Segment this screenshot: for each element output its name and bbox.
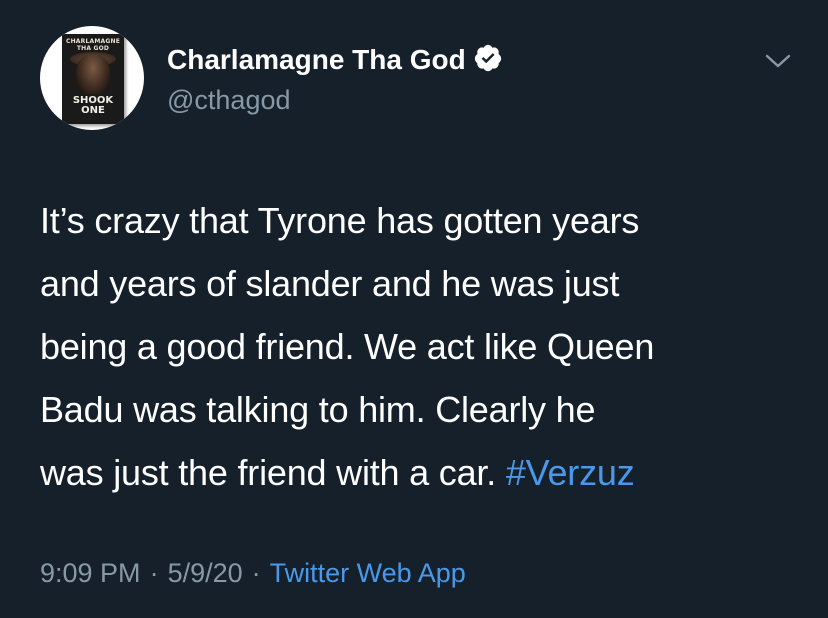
user-handle[interactable]: @cthagod (167, 82, 291, 118)
display-name[interactable]: Charlamagne Tha God (167, 40, 503, 80)
tweet-time[interactable]: 9:09 PM (40, 558, 141, 588)
avatar[interactable]: CHARLAMAGNE THA GOD SHOOK ONE (40, 26, 144, 130)
verified-badge-icon (474, 44, 501, 72)
meta-separator: · (251, 558, 261, 588)
tweet-card: CHARLAMAGNE THA GOD SHOOK ONE Charlamagne… (0, 0, 828, 618)
tweet-body-text: It’s crazy that Tyrone has gotten years … (40, 200, 655, 493)
tweet-text: It’s crazy that Tyrone has gotten years … (40, 189, 800, 504)
book-title-text: SHOOK ONE (72, 95, 114, 116)
tweet-source-link[interactable]: Twitter Web App (270, 558, 466, 588)
display-name-text: Charlamagne Tha God (167, 44, 466, 75)
book-cover-image: CHARLAMAGNE THA GOD SHOOK ONE (62, 34, 124, 124)
book-cover-figure (76, 54, 110, 94)
tweet-metadata: 9:09 PM · 5/9/20 · Twitter Web App (40, 553, 466, 593)
hashtag-link[interactable]: #Verzuz (506, 452, 635, 493)
tweet-date[interactable]: 5/9/20 (168, 558, 243, 588)
chevron-down-icon[interactable] (764, 50, 792, 72)
meta-separator: · (149, 558, 159, 588)
book-author-text: CHARLAMAGNE THA GOD (65, 38, 120, 52)
